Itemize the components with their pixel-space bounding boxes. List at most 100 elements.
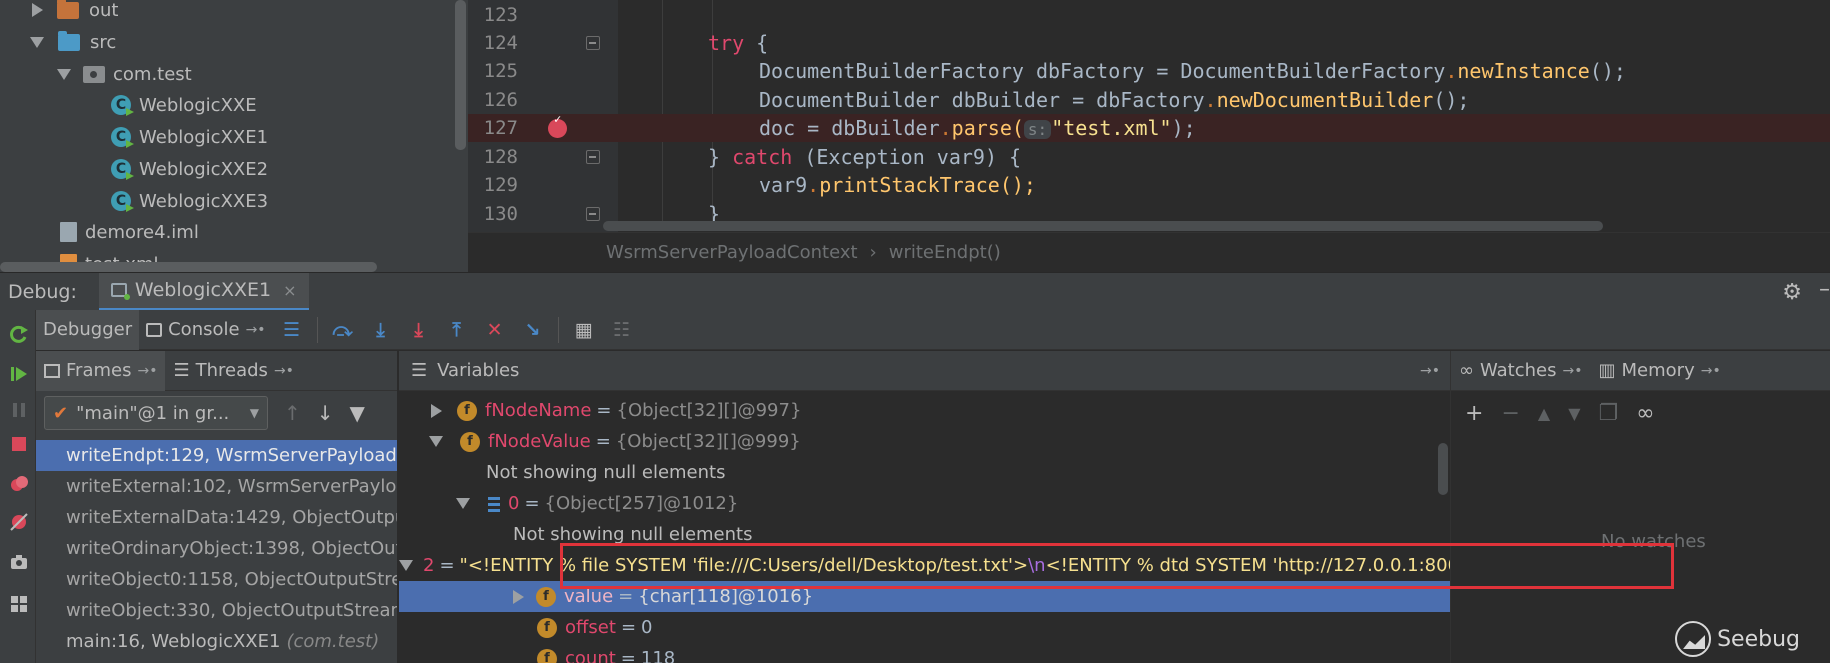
field-icon: f	[537, 648, 557, 663]
fold-icon[interactable]	[586, 150, 600, 164]
filter-icon[interactable]: ▼	[350, 401, 365, 425]
pause-icon[interactable]	[9, 400, 29, 420]
variables-vertical-scrollbar[interactable]	[1438, 443, 1448, 495]
run-config-tab[interactable]: WeblogicXXE1 ×	[98, 272, 309, 311]
run-to-cursor-icon[interactable]: ↘	[522, 319, 544, 341]
pin-icon[interactable]: →•	[246, 322, 266, 338]
tree-item-weblogicxxe2[interactable]: C WeblogicXXE2	[0, 153, 455, 185]
mute-breakpoints-icon[interactable]	[9, 512, 29, 532]
frame-row[interactable]: writeObject:330, ObjectOutputStream	[36, 595, 397, 626]
code-text: var9.printStackTrace();	[759, 173, 1036, 197]
arrow-down-icon[interactable]: ↓	[317, 401, 334, 425]
evaluate-expression-icon[interactable]: ▦	[573, 319, 595, 341]
tab-watches[interactable]: ∞ Watches →•	[1451, 351, 1591, 391]
layout-icon[interactable]	[9, 594, 29, 614]
pin-icon[interactable]: →•	[1420, 363, 1440, 379]
step-into-icon[interactable]: ⤓	[370, 319, 392, 341]
variable-row-fnodename[interactable]: f fNodeName = {Object[32][]@997}	[399, 395, 1450, 426]
debug-action-strip	[0, 310, 36, 663]
memory-icon: ▥	[1598, 360, 1616, 381]
tree-item-src[interactable]: src	[0, 26, 455, 58]
arrow-up-icon[interactable]: ↑	[284, 401, 301, 425]
thread-select[interactable]: ✔ "main"@1 in gr... ▼	[44, 396, 268, 430]
frame-row[interactable]: writeEndpt:129, WsrmServerPayloadCo	[36, 440, 397, 471]
collapse-down-icon[interactable]	[30, 36, 44, 48]
resume-icon[interactable]	[9, 364, 29, 384]
add-icon[interactable]: +	[1465, 401, 1483, 426]
duplicate-icon[interactable]: ❐	[1599, 401, 1619, 426]
debugger-toolbar: Debugger Console →• ☰ ⤼ ⤓ ⤓ ⤒ ✕ ↘ ▦ ☷	[36, 309, 1830, 350]
code-editor[interactable]: 123 124 try { 125 DocumentBuilderFactory…	[468, 0, 1830, 272]
tab-frames[interactable]: Frames →•	[36, 351, 166, 391]
collapse-down-icon[interactable]	[57, 68, 71, 80]
breadcrumb-class[interactable]: WsrmServerPayloadContext	[606, 242, 858, 263]
variable-row-fnodevalue[interactable]: f fNodeValue = {Object[32][]@999}	[399, 426, 1450, 457]
source-folder-icon	[58, 30, 80, 51]
expand-right-icon[interactable]	[431, 403, 442, 418]
move-up-icon[interactable]: ▲	[1538, 404, 1550, 423]
tree-item-demore4-iml[interactable]: demore4.iml	[0, 216, 455, 248]
pin-icon[interactable]: →•	[137, 363, 157, 379]
application-icon	[110, 283, 130, 300]
glasses-icon[interactable]: ∞	[1636, 401, 1654, 426]
collapse-down-icon[interactable]	[429, 436, 443, 447]
tab-console[interactable]: Console →•	[139, 310, 272, 350]
fold-icon[interactable]	[586, 207, 600, 221]
variable-row-offset[interactable]: f offset = 0	[399, 612, 1450, 643]
stop-icon[interactable]	[9, 434, 29, 454]
frame-row[interactable]: main:16, WeblogicXXE1 (com.test)	[36, 626, 397, 657]
project-vertical-scrollbar[interactable]	[455, 0, 466, 150]
collapse-down-icon[interactable]	[456, 498, 470, 509]
variable-row-index-0[interactable]: 0 = {Object[257]@1012}	[399, 488, 1450, 519]
minimize-icon[interactable]: –	[1819, 277, 1830, 302]
view-breakpoints-icon[interactable]	[9, 474, 29, 494]
pin-icon[interactable]: →•	[1563, 363, 1583, 379]
step-over-icon[interactable]: ⤼	[332, 319, 354, 341]
tab-memory[interactable]: ▥ Memory →•	[1591, 351, 1729, 391]
drop-frame-icon[interactable]: ✕	[484, 319, 506, 341]
tree-item-weblogicxxe3[interactable]: C WeblogicXXE3	[0, 185, 455, 217]
breakpoint-icon[interactable]	[548, 112, 567, 138]
fold-icon[interactable]	[586, 36, 600, 50]
expand-right-icon[interactable]	[32, 3, 43, 17]
close-icon[interactable]: ×	[283, 281, 296, 300]
remove-icon[interactable]: −	[1501, 401, 1519, 426]
pin-icon[interactable]: →•	[274, 363, 294, 379]
tree-item-label: WeblogicXXE3	[139, 190, 269, 212]
tree-item-com-test[interactable]: com.test	[0, 58, 455, 90]
show-execution-point-icon[interactable]: ☰	[281, 319, 303, 341]
tree-item-label: WeblogicXXE2	[139, 158, 269, 180]
camera-icon[interactable]	[9, 552, 29, 572]
trace-current-stream-icon[interactable]: ☷	[611, 319, 633, 341]
frame-row[interactable]: writeOrdinaryObject:1398, ObjectOutp	[36, 533, 397, 564]
tab-threads[interactable]: ☰ Threads →•	[165, 351, 301, 391]
code-line-129: 129 var9.printStackTrace();	[468, 171, 1830, 199]
tab-debugger[interactable]: Debugger	[36, 309, 140, 350]
collapse-down-icon[interactable]	[399, 560, 413, 571]
frame-row[interactable]: writeExternal:102, WsrmServerPayload	[36, 471, 397, 502]
code-text: doc = dbBuilder.parse(s: "test.xml");	[759, 116, 1196, 140]
force-step-into-icon[interactable]: ⤓	[408, 319, 430, 341]
variable-row-count[interactable]: f count = 118	[399, 643, 1450, 663]
step-out-icon[interactable]: ⤒	[446, 319, 468, 341]
frame-label: main:16, WeblogicXXE1	[66, 631, 281, 652]
breadcrumb-method[interactable]: writeEndpt()	[889, 242, 1001, 263]
tab-debugger-label: Debugger	[43, 319, 133, 340]
gear-icon[interactable]: ⚙	[1782, 280, 1802, 305]
expand-right-icon[interactable]	[513, 589, 524, 604]
code-text: DocumentBuilderFactory dbFactory = Docum…	[759, 59, 1626, 83]
editor-horizontal-scrollbar[interactable]	[603, 221, 1603, 231]
tree-item-weblogicxxe1[interactable]: C WeblogicXXE1	[0, 121, 455, 153]
rerun-icon[interactable]	[9, 324, 29, 344]
frame-row[interactable]: writeExternalData:1429, ObjectOutput	[36, 502, 397, 533]
tree-item-label: demore4.iml	[85, 221, 199, 243]
tree-item-weblogicxxe[interactable]: C WeblogicXXE	[0, 89, 455, 121]
frame-row[interactable]: writeObject0:1158, ObjectOutputStrea	[36, 564, 397, 595]
line-number: 123	[483, 4, 518, 26]
move-down-icon[interactable]: ▼	[1568, 404, 1580, 423]
pin-icon[interactable]: →•	[1701, 363, 1721, 379]
project-horizontal-scrollbar[interactable]	[0, 262, 377, 272]
tab-console-label: Console	[168, 319, 240, 340]
tree-item-out[interactable]: out	[0, 0, 455, 26]
code-text: } catch (Exception var9) {	[708, 145, 1022, 169]
